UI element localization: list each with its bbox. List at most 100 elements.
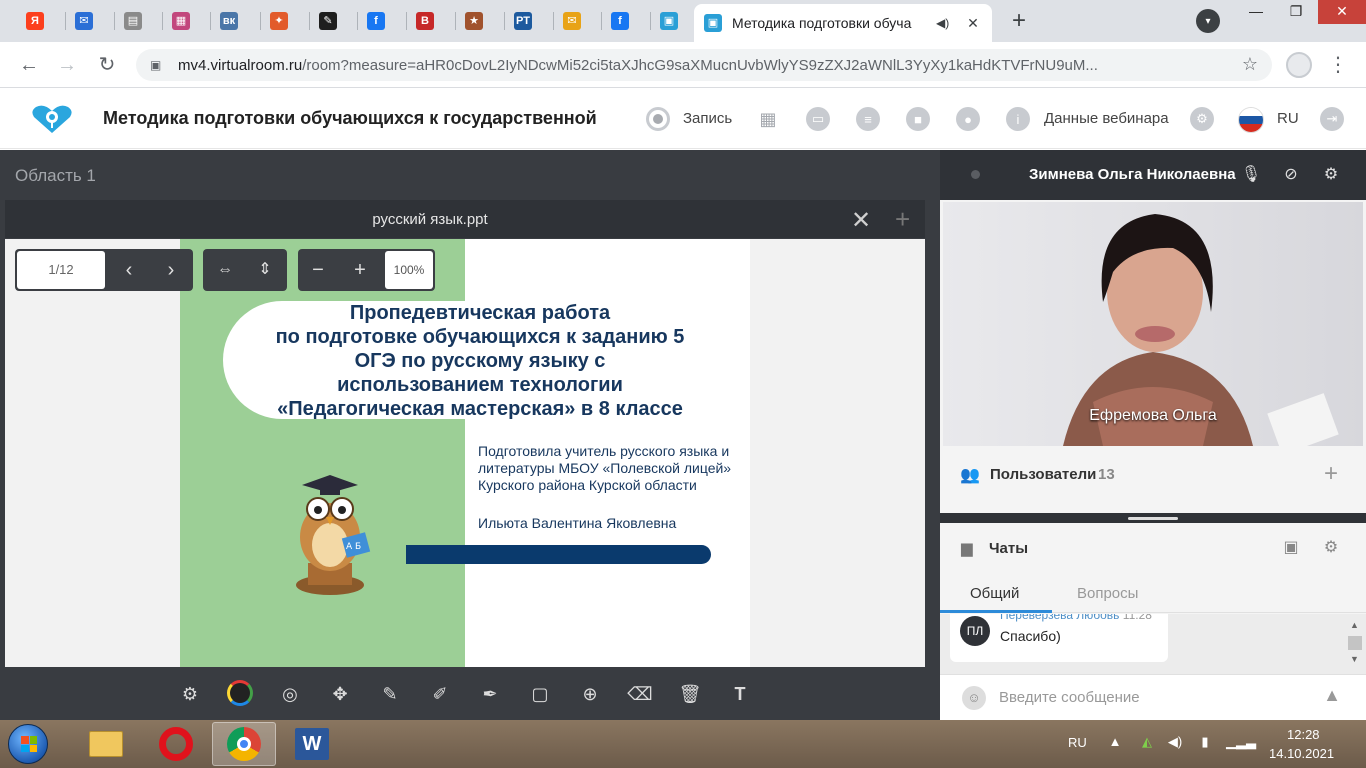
eraser-tool-icon[interactable]: ⌫ [626, 680, 654, 708]
clock-time[interactable]: 12:28 [1287, 727, 1320, 742]
back-button[interactable]: ← [14, 50, 44, 80]
pointer-tool-icon[interactable]: ◎ [276, 680, 304, 708]
clock-date[interactable]: 14.10.2021 [1269, 746, 1334, 761]
opera-icon[interactable] [144, 722, 208, 766]
camera-off-icon[interactable]: ⊘ [1278, 162, 1304, 188]
close-window-button[interactable]: ✕ [1318, 0, 1366, 24]
chat-settings-icon[interactable]: ⚙ [1318, 535, 1344, 561]
browser-menu-icon[interactable]: ⋮ [1328, 52, 1348, 77]
chat-scrollbar[interactable] [1348, 636, 1362, 650]
browser-tab[interactable]: B [410, 6, 440, 36]
scroll-down-arrow-icon[interactable]: ▼ [1350, 654, 1359, 664]
browser-tab[interactable]: Я [20, 6, 50, 36]
add-user-button[interactable]: + [1316, 460, 1346, 490]
restore-window-button[interactable]: ❐ [1276, 0, 1316, 24]
lock-icon[interactable]: ▣ [150, 58, 164, 72]
brush-tool-icon[interactable]: ✎ [376, 680, 404, 708]
volume-icon[interactable]: ◀) [1166, 734, 1184, 752]
tab-general[interactable]: Общий [970, 585, 1019, 602]
target-tool-icon[interactable]: ⊕ [576, 680, 604, 708]
files-folder-icon[interactable]: ■ [906, 107, 930, 131]
chat-messages: ПЛ Переверзева Любовь 11:28 Спасибо) ▲ ▼ [940, 614, 1366, 674]
prev-slide-button[interactable]: ‹ [109, 249, 149, 291]
close-presentation-icon[interactable]: ✕ [851, 206, 871, 235]
network-status-icon[interactable]: ◭ [1138, 734, 1156, 752]
browser-tab[interactable]: ✦ [264, 6, 294, 36]
word-icon[interactable]: W [280, 722, 344, 766]
info-icon[interactable]: i [1006, 107, 1030, 131]
address-bar[interactable]: ▣ mv4.virtualroom.ru/room?measure=aHR0cD… [136, 49, 1272, 81]
russian-flag-icon[interactable] [1238, 107, 1264, 133]
webinar-data-label[interactable]: Данные вебинара [1044, 110, 1169, 127]
zoom-level[interactable]: 100% [385, 251, 433, 289]
message-input[interactable]: Введите сообщение [999, 689, 1140, 706]
shape-tool-icon[interactable]: ▢ [526, 680, 554, 708]
record-label[interactable]: Запись [683, 110, 732, 127]
browser-tab[interactable]: f [605, 6, 635, 36]
profile-avatar[interactable] [1286, 52, 1312, 78]
record-icon[interactable] [646, 107, 670, 131]
settings-gear-icon[interactable]: ⚙ [1190, 107, 1214, 131]
marker-tool-icon[interactable]: ✒ [476, 680, 504, 708]
minimize-window-button[interactable]: — [1236, 0, 1276, 24]
active-browser-tab[interactable]: ▣ Методика подготовки обуча ◀) ✕ [694, 4, 992, 42]
color-picker-icon[interactable] [227, 680, 253, 706]
explorer-icon[interactable] [74, 722, 138, 766]
zoom-out-button[interactable]: − [298, 249, 338, 291]
send-message-icon[interactable]: ▲ [1320, 685, 1344, 709]
browser-tab[interactable]: ✉ [557, 6, 587, 36]
browser-tab[interactable]: РТ [508, 6, 538, 36]
tab-search-icon[interactable]: ▾ [1196, 9, 1220, 33]
layout-grid-icon[interactable]: ▦ [756, 107, 780, 131]
tab-separator [650, 12, 651, 30]
star-badge-icon: ★ [465, 12, 483, 30]
browser-tab[interactable]: ▦ [166, 6, 196, 36]
new-tab-button[interactable]: + [1004, 7, 1034, 37]
tab-questions[interactable]: Вопросы [1077, 585, 1138, 602]
page-indicator[interactable]: 1/12 [17, 251, 105, 289]
show-hidden-icons-icon[interactable]: ▲ [1106, 734, 1124, 752]
language-label[interactable]: RU [1277, 110, 1299, 127]
start-button[interactable] [8, 724, 48, 764]
virtualroom-logo-icon[interactable] [30, 103, 74, 135]
panel-splitter-handle[interactable] [940, 513, 1366, 523]
speaker-settings-icon[interactable]: ⚙ [1318, 162, 1344, 188]
add-content-icon[interactable]: + [895, 204, 910, 235]
notes-icon[interactable]: ≡ [856, 107, 880, 131]
browser-tab[interactable]: ★ [459, 6, 489, 36]
settings-tool-icon[interactable]: ⚙ [176, 680, 204, 708]
browser-tab[interactable]: ✉ [69, 6, 99, 36]
forward-button[interactable]: → [52, 50, 82, 80]
chats-label: Чаты [989, 540, 1029, 557]
zoom-in-button[interactable]: + [340, 249, 380, 291]
emoji-icon[interactable]: ☺ [962, 686, 986, 710]
reload-button[interactable]: ↻ [92, 50, 122, 80]
audio-playing-icon[interactable]: ◀) [936, 16, 949, 30]
exit-icon[interactable]: ⇥ [1320, 107, 1344, 131]
text-tool-icon[interactable]: T [726, 680, 754, 708]
browser-tab[interactable]: ✎ [313, 6, 343, 36]
user-add-icon[interactable]: ● [956, 107, 980, 131]
delete-tool-icon[interactable]: 🗑 [676, 680, 704, 708]
battery-icon[interactable]: ▮ [1196, 734, 1214, 752]
chat-attach-icon[interactable]: ▣ [1278, 535, 1304, 561]
move-tool-icon[interactable]: ✥ [326, 680, 354, 708]
mic-off-icon[interactable]: 🎙 [1238, 162, 1264, 188]
fit-height-icon[interactable]: ⇕ [245, 249, 285, 291]
tab-separator [210, 12, 211, 30]
browser-tab[interactable]: f [361, 6, 391, 36]
fit-width-icon[interactable]: ⇔ [205, 249, 245, 291]
browser-tab[interactable]: ▣ [654, 6, 684, 36]
signal-icon[interactable]: ▁▂▃ [1226, 734, 1256, 752]
pencil-tool-icon[interactable]: ✐ [426, 680, 454, 708]
browser-tab[interactable]: вк [214, 6, 244, 36]
chrome-icon[interactable] [212, 722, 276, 766]
screen-share-icon[interactable]: ▭ [806, 107, 830, 131]
users-section[interactable]: 👥 Пользователи 13 + [940, 450, 1366, 500]
keyboard-language[interactable]: RU [1068, 735, 1087, 750]
bookmark-star-icon[interactable]: ☆ [1242, 54, 1258, 75]
scroll-up-arrow-icon[interactable]: ▲ [1350, 620, 1359, 630]
next-slide-button[interactable]: › [151, 249, 191, 291]
close-tab-icon[interactable]: ✕ [964, 15, 982, 32]
browser-tab[interactable]: ▤ [118, 6, 148, 36]
